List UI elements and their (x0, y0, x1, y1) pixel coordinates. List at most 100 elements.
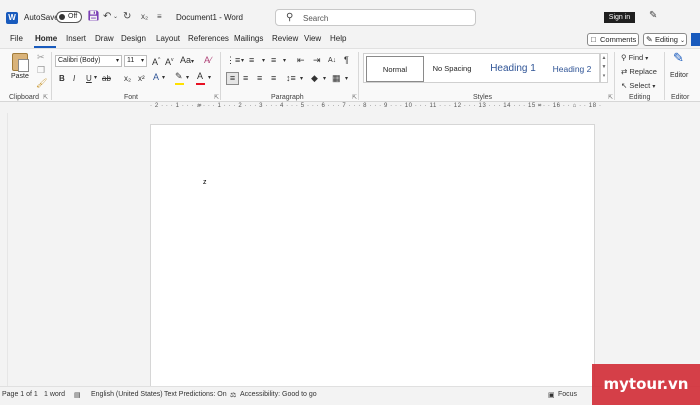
editor-label[interactable]: Editor (670, 70, 688, 81)
chevron-down-icon[interactable]: ▾ (300, 74, 303, 85)
horizontal-ruler[interactable]: · 2 · · · 1 · · · ⌂ · · · 1 · · · 2 · · … (150, 103, 601, 112)
multilevel-list-icon[interactable]: ≡ (271, 55, 276, 66)
undo-icon[interactable]: ↶ (103, 11, 111, 23)
text-predictions[interactable]: Text Predictions: On (164, 391, 227, 398)
align-right-icon[interactable]: ≡ (257, 73, 262, 84)
clear-formatting-icon[interactable]: A∕ (204, 55, 212, 66)
grow-font-icon[interactable]: A^ (152, 55, 160, 68)
decrease-indent-icon[interactable]: ⇤ (297, 55, 305, 66)
highlight-icon[interactable]: ✎ (175, 71, 183, 82)
cut-icon[interactable]: ✂ (37, 52, 45, 63)
format-painter-icon[interactable]: 🖌︎ (36, 78, 47, 89)
replace-button[interactable]: ⇄ Replace (621, 66, 657, 77)
autosave-toggle[interactable]: Off (56, 11, 82, 23)
show-formatting-icon[interactable]: ¶ (344, 55, 349, 66)
bullets-icon[interactable]: ⋮≡ (226, 55, 240, 66)
align-center-icon[interactable]: ≡ (243, 73, 248, 84)
align-left-icon[interactable]: ≡ (226, 72, 239, 85)
tab-design[interactable]: Design (121, 34, 146, 43)
separator (358, 52, 359, 100)
font-color-icon[interactable]: A (197, 71, 203, 82)
tab-view[interactable]: View (304, 34, 321, 43)
line-spacing-icon[interactable]: ↕≡ (286, 73, 296, 84)
tab-draw[interactable]: Draw (95, 34, 114, 43)
word-count[interactable]: 1 word (44, 391, 65, 398)
tab-layout[interactable]: Layout (156, 34, 180, 43)
underline-dropdown-icon[interactable]: ▾ (94, 73, 97, 84)
subscript-icon[interactable]: x₂ (124, 73, 131, 84)
select-button[interactable]: ↖ Select ▾ (621, 80, 655, 93)
numbering-icon[interactable]: ≡ (249, 55, 254, 66)
sort-icon[interactable]: A↓ (328, 55, 336, 66)
editing-mode-button[interactable]: ✎ Editing ⌄ (643, 33, 687, 46)
left-indent-marker-icon[interactable]: ⌗ (198, 103, 201, 110)
strikethrough-icon[interactable]: ab (102, 73, 111, 84)
borders-icon[interactable]: ▦ (332, 73, 341, 84)
chevron-down-icon[interactable]: ▾ (162, 73, 165, 84)
tab-help[interactable]: Help (330, 34, 346, 43)
tab-review[interactable]: Review (272, 34, 298, 43)
paragraph-launcher-icon[interactable]: ⇱ (352, 94, 357, 101)
chevron-down-icon[interactable]: ▾ (208, 73, 211, 84)
sign-in-button[interactable]: Sign in (604, 12, 635, 23)
accessibility-status[interactable]: Accessibility: Good to go (240, 391, 317, 398)
styles-gallery: Normal No Spacing Heading 1 Heading 2 (363, 53, 600, 83)
styles-launcher-icon[interactable]: ⇱ (608, 94, 613, 101)
comments-button[interactable]: □ Comments (587, 33, 639, 46)
proofing-icon[interactable]: ▤ (74, 391, 81, 399)
paste-icon[interactable] (12, 53, 29, 72)
underline-icon[interactable]: U (86, 73, 92, 84)
styles-scroll[interactable]: ▲ ▼ ▾ (600, 53, 608, 83)
chevron-down-icon[interactable]: ▾ (241, 56, 244, 67)
document-page[interactable]: z (150, 124, 595, 394)
chevron-down-icon[interactable]: ▾ (186, 73, 189, 84)
style-heading-1[interactable]: Heading 1 (482, 56, 544, 82)
tab-mailings[interactable]: Mailings (234, 34, 263, 43)
bold-icon[interactable]: B (59, 73, 65, 84)
focus-label[interactable]: Focus (558, 391, 577, 398)
superscript-icon[interactable]: x² (138, 73, 145, 84)
select-icon: ↖ (621, 81, 628, 90)
document-text[interactable]: z (203, 179, 207, 186)
change-case-icon[interactable]: Aa▾ (180, 55, 194, 68)
chevron-down-icon[interactable]: ▾ (345, 74, 348, 85)
style-no-spacing[interactable]: No Spacing (428, 56, 476, 82)
subscript-icon[interactable]: x₂ (141, 11, 148, 23)
customize-toolbar-icon[interactable]: ≡ (157, 11, 162, 23)
clipboard-launcher-icon[interactable]: ⇱ (43, 94, 48, 101)
pen-icon[interactable]: ✎ (649, 10, 657, 21)
tab-home[interactable]: Home (35, 34, 57, 43)
italic-icon[interactable]: I (73, 73, 75, 84)
redo-icon[interactable]: ↻ (123, 11, 131, 23)
right-indent-marker-icon[interactable]: ⌗ (538, 103, 541, 110)
editor-icon[interactable]: ✎ (673, 51, 684, 64)
paste-label[interactable]: Paste (11, 73, 29, 80)
font-size-select[interactable]: 11 ▾ (124, 55, 147, 67)
justify-icon[interactable]: ≡ (271, 73, 276, 84)
tab-references[interactable]: References (188, 34, 229, 43)
copy-icon[interactable]: ❐ (37, 65, 45, 76)
font-name-select[interactable]: Calibri (Body) ▾ (55, 55, 122, 67)
tab-insert[interactable]: Insert (66, 34, 86, 43)
shrink-font-icon[interactable]: Av (165, 55, 174, 68)
find-button[interactable]: ⚲ Find ▾ (621, 52, 648, 65)
language[interactable]: English (United States) (91, 391, 163, 398)
text-effects-icon[interactable]: A (153, 72, 159, 83)
font-launcher-icon[interactable]: ⇱ (214, 94, 219, 101)
save-icon[interactable]: 💾︎ (87, 11, 100, 23)
search-box[interactable]: ⚲ Search (275, 9, 476, 26)
undo-dropdown-icon[interactable]: ⌄ (113, 11, 118, 23)
chevron-down-icon[interactable]: ▾ (262, 56, 265, 67)
style-heading-2[interactable]: Heading 2 (547, 56, 597, 82)
share-button[interactable] (691, 33, 700, 46)
style-normal[interactable]: Normal (366, 56, 424, 82)
vertical-ruler[interactable] (0, 113, 8, 386)
accessibility-icon[interactable]: ⚖ (230, 391, 236, 399)
chevron-down-icon[interactable]: ▾ (283, 56, 286, 67)
tab-file[interactable]: File (10, 34, 23, 43)
page-count[interactable]: Page 1 of 1 (2, 391, 38, 398)
increase-indent-icon[interactable]: ⇥ (313, 55, 321, 66)
shading-icon[interactable]: ◆ (311, 73, 318, 84)
focus-icon[interactable]: ▣ (548, 391, 555, 399)
chevron-down-icon[interactable]: ▾ (323, 74, 326, 85)
